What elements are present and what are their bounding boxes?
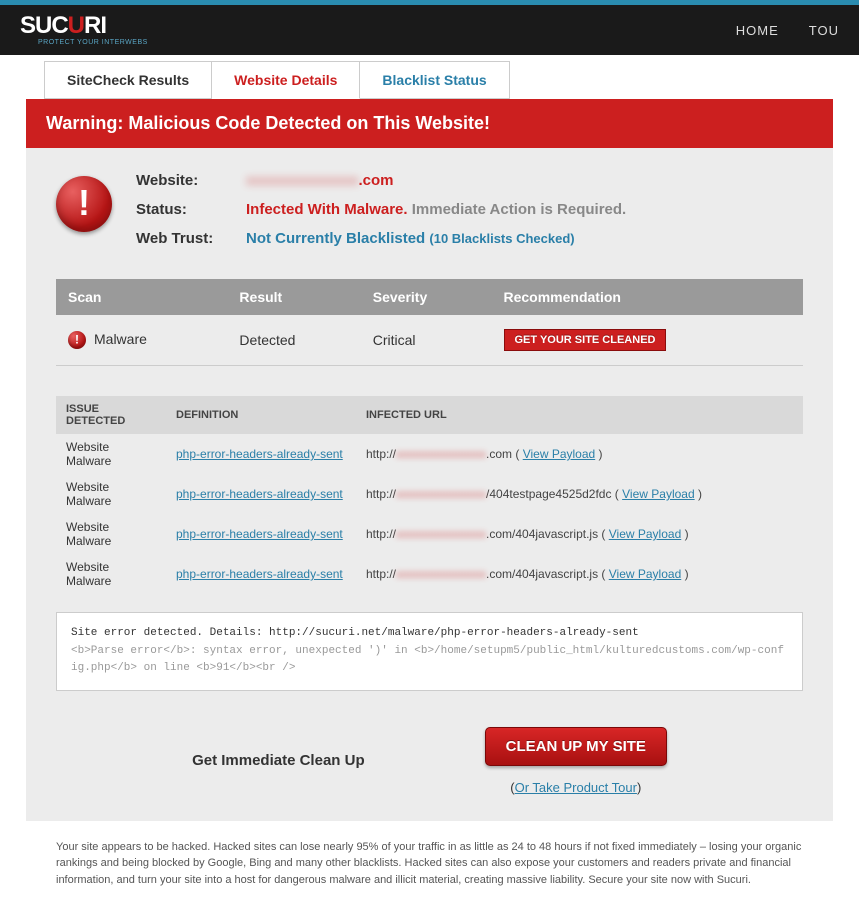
col-issue: ISSUE DETECTED: [56, 396, 166, 434]
col-infected-url: INFECTED URL: [356, 396, 803, 434]
issue-type: Website Malware: [56, 474, 166, 514]
top-navbar: SUCURI PROTECT YOUR INTERWEBS HOME TOU: [0, 5, 859, 55]
definition-link[interactable]: php-error-headers-already-sent: [176, 567, 343, 581]
definition-link[interactable]: php-error-headers-already-sent: [176, 487, 343, 501]
alert-icon: [56, 176, 112, 232]
issue-row: Website Malware php-error-headers-already…: [56, 434, 803, 474]
value-website: xxxxxxxxxxxxxxx.com: [246, 172, 394, 189]
nav-tour-truncated[interactable]: TOU: [809, 23, 839, 38]
infected-url: http://xxxxxxxxxxxxxxx.com ( View Payloa…: [356, 434, 803, 474]
scan-row: Malware Detected Critical GET YOUR SITE …: [56, 315, 803, 366]
view-payload-link[interactable]: View Payload: [609, 567, 682, 581]
col-severity: Severity: [361, 279, 492, 315]
issue-row: Website Malware php-error-headers-already…: [56, 514, 803, 554]
scan-result: Detected: [227, 315, 360, 366]
issue-row: Website Malware php-error-headers-already…: [56, 474, 803, 514]
sucuri-logo[interactable]: SUCURI PROTECT YOUR INTERWEBS: [20, 14, 148, 46]
label-status: Status:: [136, 201, 246, 218]
logo-text: SUCURI: [20, 14, 148, 38]
issue-type: Website Malware: [56, 554, 166, 594]
view-payload-link[interactable]: View Payload: [622, 487, 695, 501]
issue-type: Website Malware: [56, 434, 166, 474]
definition-link[interactable]: php-error-headers-already-sent: [176, 447, 343, 461]
infected-url: http://xxxxxxxxxxxxxxx.com/404javascript…: [356, 514, 803, 554]
definition-link[interactable]: php-error-headers-already-sent: [176, 527, 343, 541]
error-line-2: <b>Parse error</b>: syntax error, unexpe…: [71, 643, 788, 678]
col-scan: Scan: [56, 279, 227, 315]
disclaimer-text: Your site appears to be hacked. Hacked s…: [26, 821, 833, 898]
error-details-box: Site error detected. Details: http://suc…: [56, 612, 803, 691]
results-panel: Website: xxxxxxxxxxxxxxx.com Status: Inf…: [26, 148, 833, 821]
tab-sitecheck[interactable]: SiteCheck Results: [44, 61, 212, 99]
value-webtrust: Not Currently Blacklisted (10 Blacklists…: [246, 230, 575, 247]
value-status: Infected With Malware. Immediate Action …: [246, 201, 626, 218]
infected-url: http://xxxxxxxxxxxxxxx.com/404javascript…: [356, 554, 803, 594]
col-result: Result: [227, 279, 360, 315]
issues-table: ISSUE DETECTED DEFINITION INFECTED URL W…: [56, 396, 803, 594]
product-tour-link[interactable]: Or Take Product Tour: [515, 780, 637, 795]
cta-heading: Get Immediate Clean Up: [192, 752, 365, 769]
col-recommendation: Recommendation: [492, 279, 804, 315]
scan-summary-table: Scan Result Severity Recommendation Malw…: [56, 279, 803, 366]
warning-banner: Warning: Malicious Code Detected on This…: [26, 99, 833, 148]
scan-name: Malware: [94, 331, 147, 347]
view-payload-link[interactable]: View Payload: [609, 527, 682, 541]
clean-up-my-site-button[interactable]: CLEAN UP MY SITE: [485, 727, 667, 766]
col-definition: DEFINITION: [166, 396, 356, 434]
error-line-1: Site error detected. Details: http://suc…: [71, 625, 788, 643]
logo-tagline: PROTECT YOUR INTERWEBS: [38, 39, 148, 46]
scan-severity: Critical: [361, 315, 492, 366]
result-tabs: SiteCheck Results Website Details Blackl…: [44, 61, 859, 99]
get-site-cleaned-button[interactable]: GET YOUR SITE CLEANED: [504, 329, 667, 351]
label-website: Website:: [136, 172, 246, 189]
tab-blacklist[interactable]: Blacklist Status: [360, 61, 509, 99]
view-payload-link[interactable]: View Payload: [523, 447, 596, 461]
nav-home[interactable]: HOME: [736, 23, 779, 38]
tab-website-details[interactable]: Website Details: [212, 61, 360, 99]
issue-type: Website Malware: [56, 514, 166, 554]
issue-row: Website Malware php-error-headers-already…: [56, 554, 803, 594]
alert-icon-small: [68, 331, 86, 349]
product-tour-link-wrap: (Or Take Product Tour): [510, 780, 641, 795]
infected-url: http://xxxxxxxxxxxxxxx/404testpage4525d2…: [356, 474, 803, 514]
label-webtrust: Web Trust:: [136, 230, 246, 247]
